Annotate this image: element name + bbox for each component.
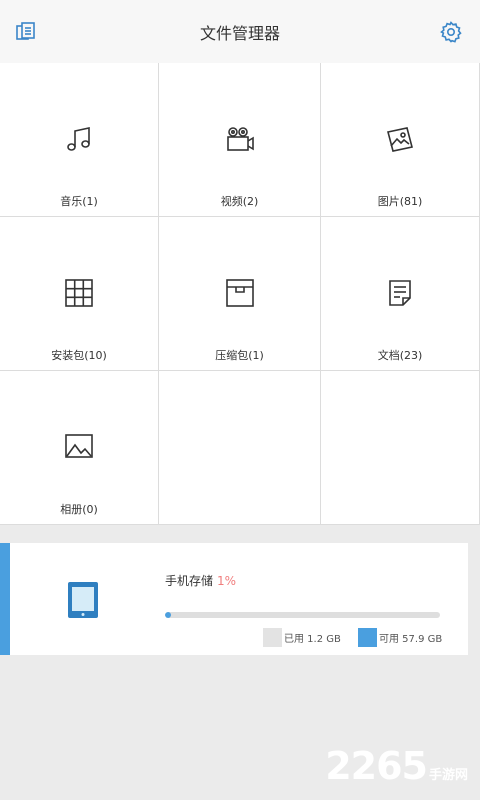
music-note-icon: [63, 123, 95, 155]
legend-available: 可用 57.9 GB: [358, 627, 442, 647]
available-label: 可用 57.9 GB: [379, 633, 443, 645]
category-label: 音乐(1): [60, 195, 98, 208]
archive-box-icon: [224, 277, 256, 309]
app-header: 文件管理器: [0, 0, 480, 64]
gear-icon[interactable]: [439, 20, 463, 44]
storage-progress-bar: [165, 612, 440, 618]
category-empty: [159, 371, 321, 525]
document-icon: [384, 277, 416, 309]
category-label: 安装包(10): [51, 349, 107, 362]
watermark-site: 手游网: [428, 768, 468, 783]
category-label: 压缩包(1): [215, 349, 264, 362]
album-icon: [63, 431, 95, 463]
category-grid: 音乐(1) 视频(2) 图片(81) 安装包(10) 压缩包(1) 文档(23)…: [0, 63, 480, 525]
storage-percent: 1%: [217, 574, 237, 588]
video-camera-icon: [224, 123, 256, 155]
storage-title: 手机存储 1%: [165, 572, 236, 589]
phone-device-icon: [66, 581, 100, 619]
available-swatch: [358, 627, 377, 647]
category-pictures[interactable]: 图片(81): [321, 63, 480, 217]
category-label: 视频(2): [220, 195, 259, 208]
pictures-icon: [384, 123, 416, 155]
storage-name: 手机存储: [165, 574, 214, 588]
page-title: 文件管理器: [199, 24, 280, 43]
category-label: 图片(81): [377, 195, 423, 208]
site-watermark: 2265 手游网: [325, 744, 468, 788]
storage-progress-fill: [165, 612, 171, 618]
phone-storage-card[interactable]: 手机存储 1% 已用 1.2 GB 可用 57.9 GB: [0, 543, 468, 655]
category-music[interactable]: 音乐(1): [0, 63, 159, 217]
category-empty: [321, 371, 480, 525]
category-label: 文档(23): [377, 349, 423, 362]
grid-package-icon: [63, 277, 95, 309]
category-apk[interactable]: 安装包(10): [0, 217, 159, 371]
watermark-number: 2265: [325, 744, 428, 788]
used-label: 已用 1.2 GB: [284, 633, 341, 645]
category-documents[interactable]: 文档(23): [321, 217, 480, 371]
category-album[interactable]: 相册(0): [0, 371, 159, 525]
category-video[interactable]: 视频(2): [159, 63, 321, 217]
used-swatch: [263, 627, 282, 647]
legend-used: 已用 1.2 GB: [263, 627, 341, 647]
category-archive[interactable]: 压缩包(1): [159, 217, 321, 371]
category-label: 相册(0): [60, 503, 98, 516]
